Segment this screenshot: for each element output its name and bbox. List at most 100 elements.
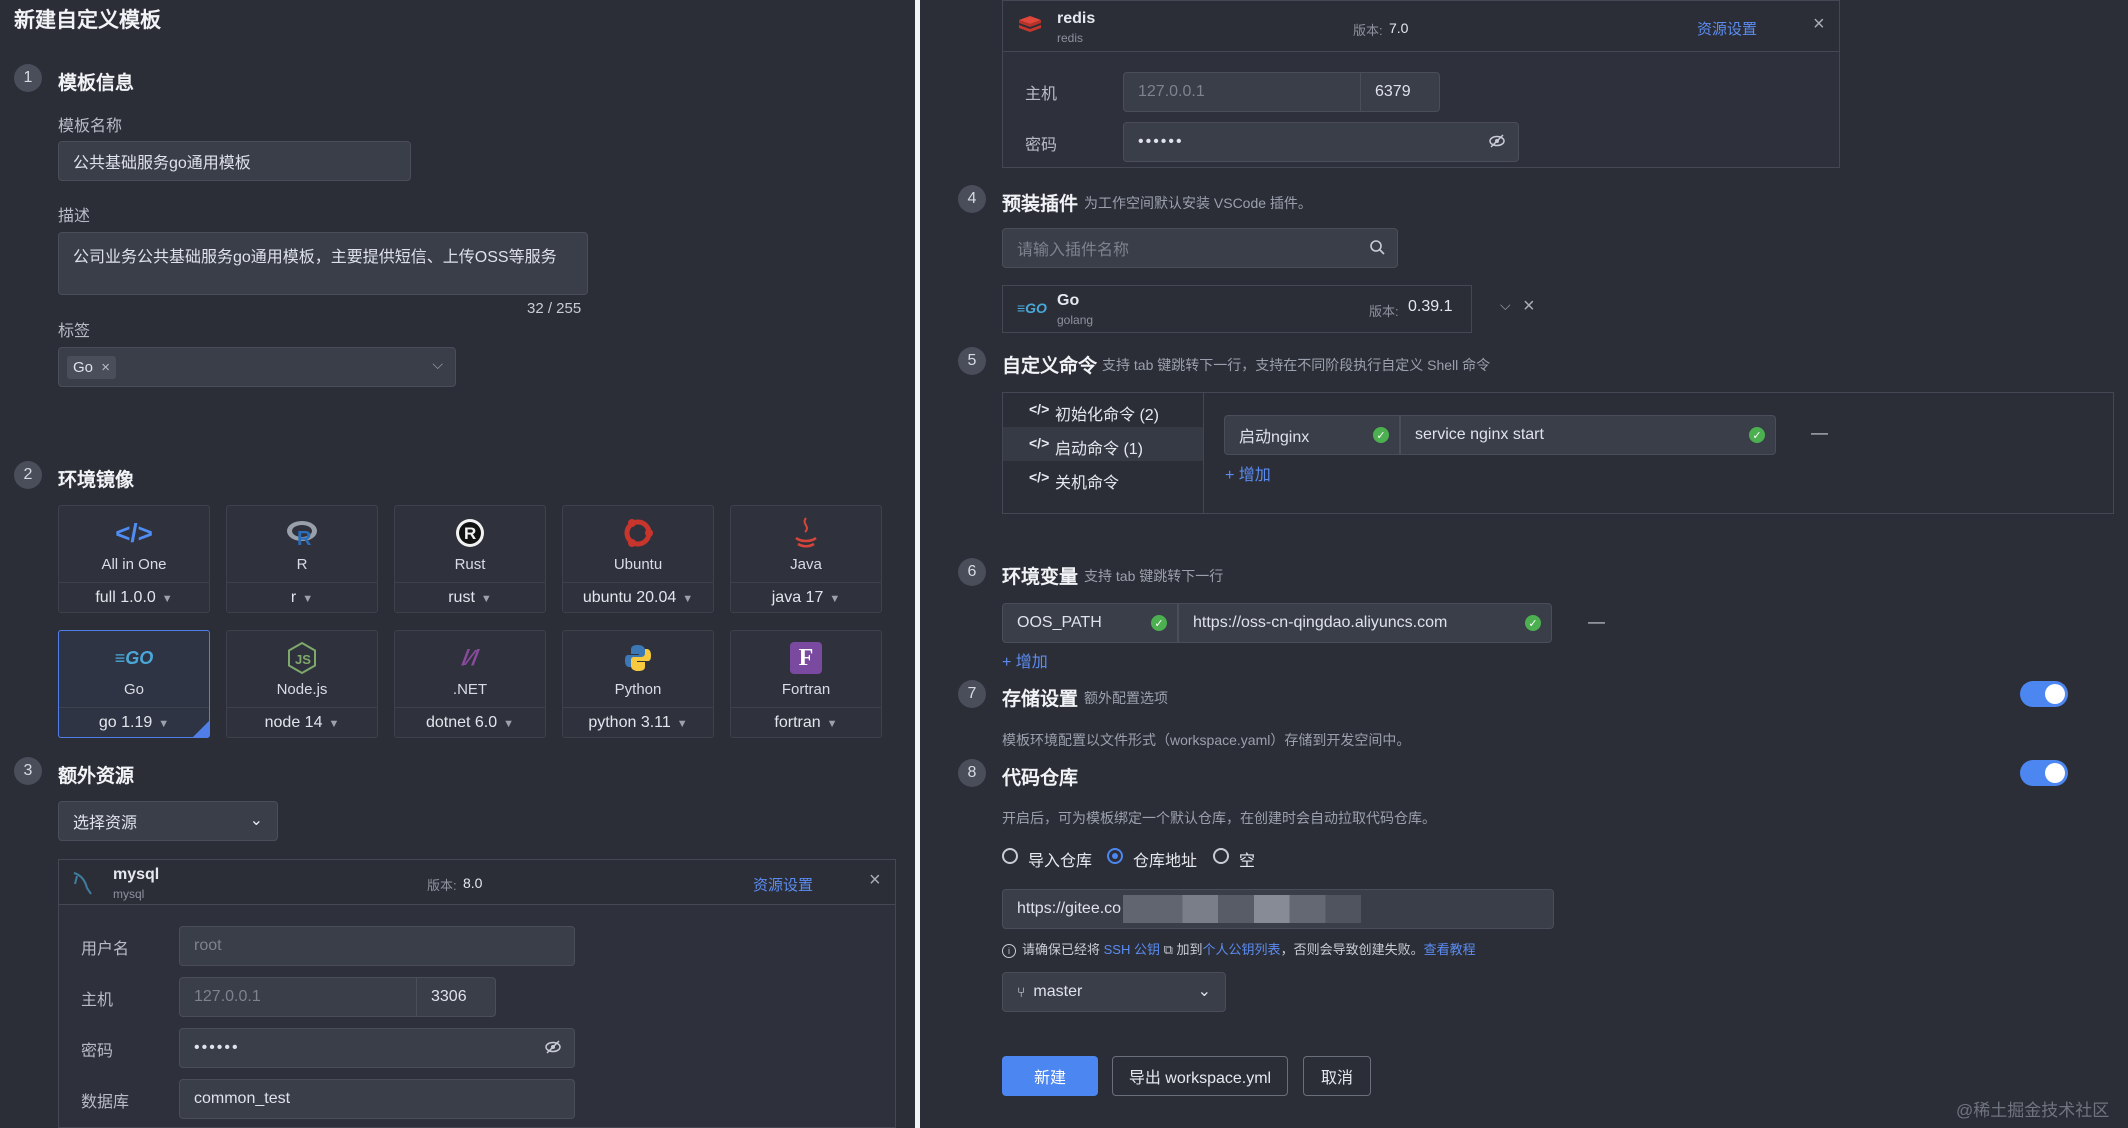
repo-url-value: https://gitee.co xyxy=(1017,900,1122,917)
copy-icon[interactable]: ⧉ xyxy=(1164,942,1173,957)
export-workspace-button[interactable]: 导出 workspace.yml xyxy=(1112,1056,1288,1096)
redis-port-input[interactable]: 6379 xyxy=(1360,72,1440,112)
env-image-card-nodejs[interactable]: JS Node.js node 14 ▼ xyxy=(226,630,378,738)
tutorial-link[interactable]: 查看教程 xyxy=(1424,942,1476,957)
mysql-database-input[interactable]: common_test xyxy=(179,1079,575,1119)
watermark: @稀土掘金技术社区 xyxy=(1956,1101,2110,1120)
env-image-version-select[interactable]: r ▼ xyxy=(227,582,377,613)
mysql-host-label: 主机 xyxy=(81,992,114,1009)
plugin-search-placeholder: 请输入插件名称 xyxy=(1017,242,1130,259)
template-name-label: 模板名称 xyxy=(58,118,123,135)
fortran-icon: F xyxy=(731,637,881,679)
close-icon[interactable]: × xyxy=(1813,13,1825,36)
chevron-down-icon: ⌄ xyxy=(1197,983,1211,1000)
redis-version-label: 版本: xyxy=(1353,23,1383,38)
command-menu-label: 关机命令 xyxy=(1055,475,1120,492)
env-image-card-fortran[interactable]: F Fortran fortran ▼ xyxy=(730,630,882,738)
remove-env-button[interactable]: — xyxy=(1588,612,1605,632)
env-key-input[interactable]: OOS_PATH ✓ xyxy=(1002,603,1178,643)
repo-toggle[interactable] xyxy=(2020,760,2068,786)
command-menu-item-active[interactable]: </> 启动命令 (1) xyxy=(1003,427,1203,461)
storage-toggle[interactable] xyxy=(2020,681,2068,707)
step-title: 模板信息 xyxy=(58,73,135,94)
svg-text:R: R xyxy=(464,524,476,543)
description-textarea[interactable]: 公司业务公共基础服务go通用模板，主要提供短信、上传OSS等服务 xyxy=(58,232,588,295)
env-image-card-ubuntu[interactable]: Ubuntu ubuntu 20.04 ▼ xyxy=(562,505,714,613)
eye-off-icon[interactable] xyxy=(544,1038,562,1061)
radio-repo-url[interactable] xyxy=(1107,848,1123,864)
env-image-version-select[interactable]: go 1.19 ▼ xyxy=(59,707,209,738)
mysql-port-input[interactable]: 3306 xyxy=(416,977,496,1017)
eye-off-icon[interactable] xyxy=(1488,132,1506,155)
step-subtitle: 支持 tab 键跳转下一行 xyxy=(1084,568,1224,584)
step-title: 自定义命令 xyxy=(1002,356,1098,377)
tags-select[interactable]: Go × ⌵ xyxy=(58,347,456,387)
mysql-password-input[interactable]: •••••• xyxy=(179,1028,575,1068)
add-command-button[interactable]: + 增加 xyxy=(1225,461,1271,485)
env-image-name: .NET xyxy=(452,681,488,698)
env-image-name: Node.js xyxy=(276,681,328,698)
env-image-version-select[interactable]: java 17 ▼ xyxy=(731,582,881,613)
tag-remove-icon[interactable]: × xyxy=(101,359,110,376)
env-image-version: fortran xyxy=(774,714,821,731)
mysql-version-label: 版本: xyxy=(427,878,457,893)
mysql-host-placeholder: 127.0.0.1 xyxy=(194,988,261,1005)
env-image-version-select[interactable]: ubuntu 20.04 ▼ xyxy=(563,582,713,613)
cancel-button[interactable]: 取消 xyxy=(1303,1056,1371,1096)
resource-select[interactable]: 选择资源 ⌄ xyxy=(58,801,278,841)
command-name-input[interactable]: 启动nginx ✓ xyxy=(1224,415,1400,455)
step-number: 3 xyxy=(14,757,42,785)
env-image-card-r[interactable]: R Rr ▼ xyxy=(226,505,378,613)
env-image-card-python[interactable]: Python python 3.11 ▼ xyxy=(562,630,714,738)
redis-host-input[interactable]: 127.0.0.1 xyxy=(1123,72,1361,112)
mysql-user-input[interactable]: root xyxy=(179,926,575,966)
close-icon[interactable]: × xyxy=(869,869,881,892)
plugin-version-value[interactable]: 0.39.1 xyxy=(1408,298,1452,316)
env-image-version-select[interactable]: rust ▼ xyxy=(395,582,545,613)
caret-down-icon: ▼ xyxy=(829,593,841,605)
plugin-search-input[interactable]: 请输入插件名称 xyxy=(1002,228,1398,268)
redis-settings-link[interactable]: 资源设置 xyxy=(1697,18,1757,39)
tag-chip: Go × xyxy=(67,355,116,379)
chevron-down-icon[interactable]: ⌵ xyxy=(1500,297,1511,314)
branch-select[interactable]: ⑂ master ⌄ xyxy=(1002,972,1226,1012)
env-image-version-select[interactable]: node 14 ▼ xyxy=(227,707,377,738)
mysql-settings-link[interactable]: 资源设置 xyxy=(753,874,813,895)
radio-import-repo[interactable] xyxy=(1002,848,1018,864)
env-image-version-select[interactable]: dotnet 6.0 ▼ xyxy=(395,707,545,738)
plugin-subname: golang xyxy=(1057,313,1094,327)
search-icon xyxy=(1369,239,1385,260)
step-number: 1 xyxy=(14,64,42,92)
mysql-host-input[interactable]: 127.0.0.1 xyxy=(179,977,417,1017)
env-image-version: rust xyxy=(448,589,475,606)
command-menu-item[interactable]: </> 初始化命令 (2) xyxy=(1003,393,1203,427)
create-button[interactable]: 新建 xyxy=(1002,1056,1098,1096)
git-branch-icon: ⑂ xyxy=(1017,984,1026,1000)
repo-url-input[interactable]: https://gitee.co xyxy=(1002,889,1554,929)
add-env-button[interactable]: + 增加 xyxy=(1002,648,1048,672)
env-image-version-select[interactable]: python 3.11 ▼ xyxy=(563,707,713,738)
radio-empty[interactable] xyxy=(1213,848,1229,864)
command-value-input[interactable]: service nginx start ✓ xyxy=(1400,415,1776,455)
env-image-version-select[interactable]: fortran ▼ xyxy=(731,707,881,738)
plugin-version-label: 版本: xyxy=(1369,304,1399,319)
env-image-card-allinone[interactable]: </> All in One full 1.0.0 ▼ xyxy=(58,505,210,613)
close-icon[interactable]: × xyxy=(1523,295,1535,318)
command-menu-item[interactable]: </> 关机命令 xyxy=(1003,461,1203,495)
ssh-key-link[interactable]: SSH 公钥 xyxy=(1104,942,1160,957)
mysql-resource-header: mysql mysql 版本: 8.0 资源设置 × xyxy=(59,860,895,905)
env-image-version-select[interactable]: full 1.0.0 ▼ xyxy=(59,582,209,613)
env-value-input[interactable]: https://oss-cn-qingdao.aliyuncs.com ✓ xyxy=(1178,603,1552,643)
env-image-card-go[interactable]: ≡GO Go go 1.19 ▼ xyxy=(58,630,210,738)
check-icon: ✓ xyxy=(1151,615,1167,631)
env-image-card-net[interactable]: /∕/ .NET dotnet 6.0 ▼ xyxy=(394,630,546,738)
radio-label: 仓库地址 xyxy=(1133,853,1198,870)
env-image-card-java[interactable]: Java java 17 ▼ xyxy=(730,505,882,613)
description-value: 公司业务公共基础服务go通用模板，主要提供短信、上传OSS等服务 xyxy=(73,249,557,266)
redis-password-label: 密码 xyxy=(1025,137,1058,154)
template-name-input[interactable]: 公共基础服务go通用模板 xyxy=(58,141,411,181)
env-image-card-rust[interactable]: R Rust rust ▼ xyxy=(394,505,546,613)
public-key-list-link[interactable]: 个人公钥列表 xyxy=(1203,942,1281,957)
redis-password-input[interactable]: •••••• xyxy=(1123,122,1519,162)
remove-command-button[interactable]: — xyxy=(1811,423,1828,443)
